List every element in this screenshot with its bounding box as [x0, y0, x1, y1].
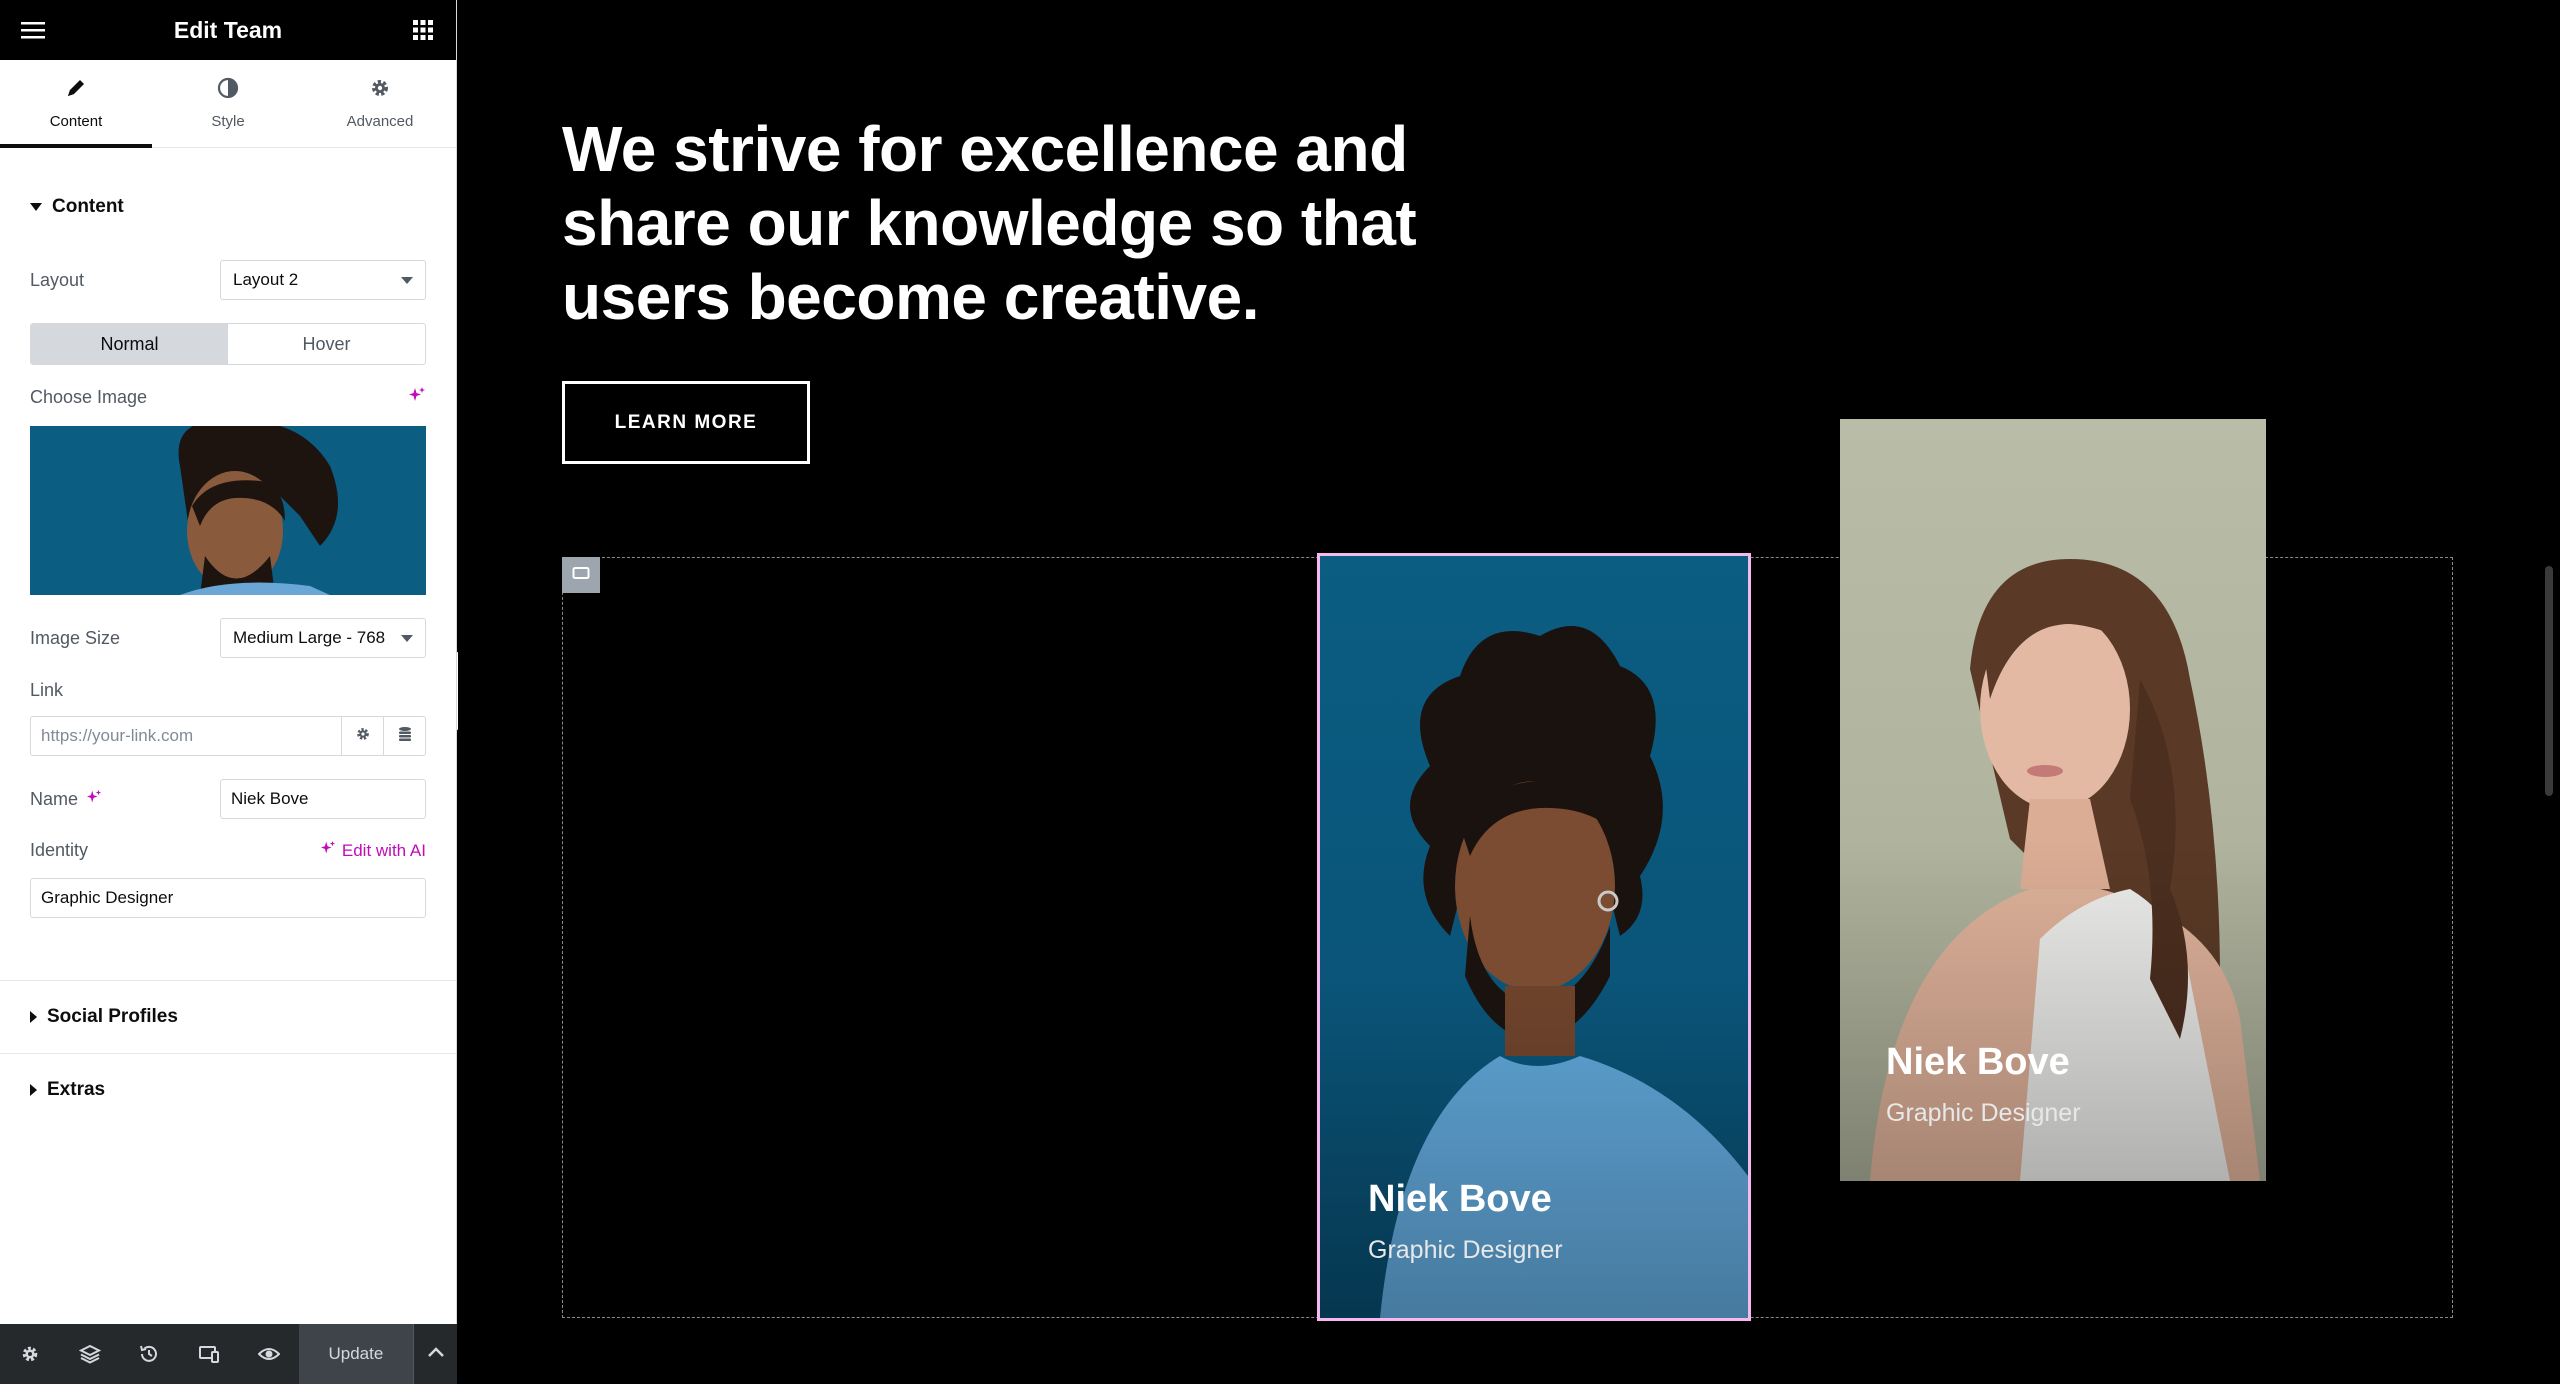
caret-down-icon — [30, 203, 42, 211]
team-member-name: Niek Bove — [1368, 1178, 1552, 1220]
chevron-down-icon — [401, 634, 413, 642]
canvas-scrollbar[interactable] — [2545, 566, 2553, 796]
ai-sparkle-icon[interactable] — [408, 386, 426, 409]
state-hover-button[interactable]: Hover — [228, 324, 425, 364]
team-member-name: Niek Bove — [1886, 1041, 2070, 1083]
pencil-icon — [65, 77, 87, 103]
caret-right-icon — [30, 1084, 37, 1096]
team-member-card[interactable]: Niek Bove Graphic Designer — [1840, 419, 2266, 1181]
gear-icon — [355, 726, 371, 747]
editor-panel: Edit Team Content Style Advanced Content… — [0, 0, 457, 1384]
preview-eye-icon[interactable] — [239, 1324, 299, 1384]
card-shade — [1320, 975, 1748, 1318]
social-profiles-title: Social Profiles — [47, 1006, 178, 1027]
tab-content-label: Content — [49, 113, 103, 130]
layout-select[interactable]: Layout 2 — [220, 260, 426, 300]
tab-advanced[interactable]: Advanced — [304, 60, 456, 147]
section-divider — [0, 1053, 456, 1054]
card-shade — [1840, 838, 2266, 1181]
panel-footer: Update — [0, 1324, 457, 1384]
container-handle[interactable] — [562, 557, 600, 593]
chevron-down-icon — [401, 276, 413, 284]
choose-image-control: Choose Image — [30, 386, 426, 409]
link-label: Link — [30, 680, 64, 700]
name-input[interactable]: Niek Bove — [220, 779, 426, 819]
update-button[interactable]: Update — [298, 1324, 414, 1384]
history-icon[interactable] — [119, 1324, 179, 1384]
team-member-role: Graphic Designer — [1886, 1099, 2081, 1127]
tab-content[interactable]: Content — [0, 60, 152, 148]
headline-line: share our knowledge so that — [562, 187, 1417, 259]
team-member-role: Graphic Designer — [1368, 1236, 1563, 1264]
panel-header: Edit Team — [0, 0, 456, 60]
edit-with-ai-label: Edit with AI — [341, 840, 426, 860]
content-section-toggle[interactable]: Content — [0, 196, 154, 218]
identity-label: Identity — [30, 840, 89, 860]
team-member-card[interactable]: Niek Bove Graphic Designer — [1317, 553, 1751, 1321]
container-icon — [572, 566, 590, 585]
identity-input[interactable]: Graphic Designer — [30, 878, 426, 918]
half-circle-icon — [217, 77, 239, 103]
image-size-value: Medium Large - 768 — [233, 628, 386, 647]
image-size-control: Image Size Medium Large - 768 — [30, 618, 426, 658]
state-switcher: Normal Hover — [30, 323, 426, 365]
gear-icon — [369, 77, 391, 103]
image-size-label: Image Size — [30, 627, 121, 648]
hero-headline[interactable]: We strive for excellence and share our k… — [562, 112, 1462, 334]
extras-section-toggle[interactable]: Extras — [0, 1079, 135, 1101]
link-options-button[interactable] — [342, 716, 384, 756]
name-input-value: Niek Bove — [231, 789, 309, 808]
link-input[interactable]: https://your-link.com — [30, 716, 342, 756]
section-divider — [0, 980, 456, 981]
hamburger-menu-icon[interactable] — [20, 17, 46, 43]
learn-more-button[interactable]: LEARN MORE — [562, 381, 810, 464]
tab-style-label: Style — [211, 113, 245, 130]
image-preview[interactable] — [30, 426, 426, 595]
identity-label-row: Identity Edit with AI — [30, 840, 426, 861]
dynamic-tags-button[interactable] — [384, 716, 426, 756]
ai-sparkle-icon[interactable] — [86, 789, 102, 810]
headline-line: users become creative. — [562, 261, 1259, 333]
state-normal-button[interactable]: Normal — [31, 324, 228, 364]
identity-input-value: Graphic Designer — [41, 888, 174, 907]
image-size-select[interactable]: Medium Large - 768 — [220, 618, 426, 658]
extras-title: Extras — [47, 1079, 106, 1100]
choose-image-label: Choose Image — [30, 387, 148, 407]
content-section-title: Content — [52, 196, 124, 217]
layout-select-value: Layout 2 — [233, 270, 299, 289]
chevron-up-icon — [427, 1345, 445, 1363]
panel-tabs: Content Style Advanced — [0, 60, 456, 148]
edit-with-ai-button[interactable]: Edit with AI — [320, 840, 426, 861]
name-label-wrap: Name — [30, 789, 102, 810]
ai-sparkle-icon — [320, 840, 336, 861]
tab-advanced-label: Advanced — [346, 113, 414, 130]
layout-label: Layout — [30, 269, 85, 290]
name-label: Name — [30, 788, 79, 809]
responsive-mode-icon[interactable] — [179, 1324, 239, 1384]
tab-style[interactable]: Style — [152, 60, 304, 147]
widgets-grid-icon[interactable] — [410, 17, 436, 43]
headline-line: We strive for excellence and — [562, 113, 1408, 185]
settings-gear-icon[interactable] — [0, 1324, 60, 1384]
database-icon — [397, 726, 413, 747]
update-options-button[interactable] — [413, 1324, 457, 1384]
name-control: Name Niek Bove — [30, 779, 426, 819]
link-placeholder: https://your-link.com — [41, 726, 194, 745]
layout-control: Layout Layout 2 — [30, 260, 426, 300]
social-profiles-section-toggle[interactable]: Social Profiles — [0, 1006, 208, 1028]
link-label-row: Link — [30, 680, 426, 701]
panel-title: Edit Team — [173, 16, 283, 43]
link-control: https://your-link.com — [30, 716, 426, 756]
caret-right-icon — [30, 1011, 37, 1023]
layers-icon[interactable] — [60, 1324, 120, 1384]
